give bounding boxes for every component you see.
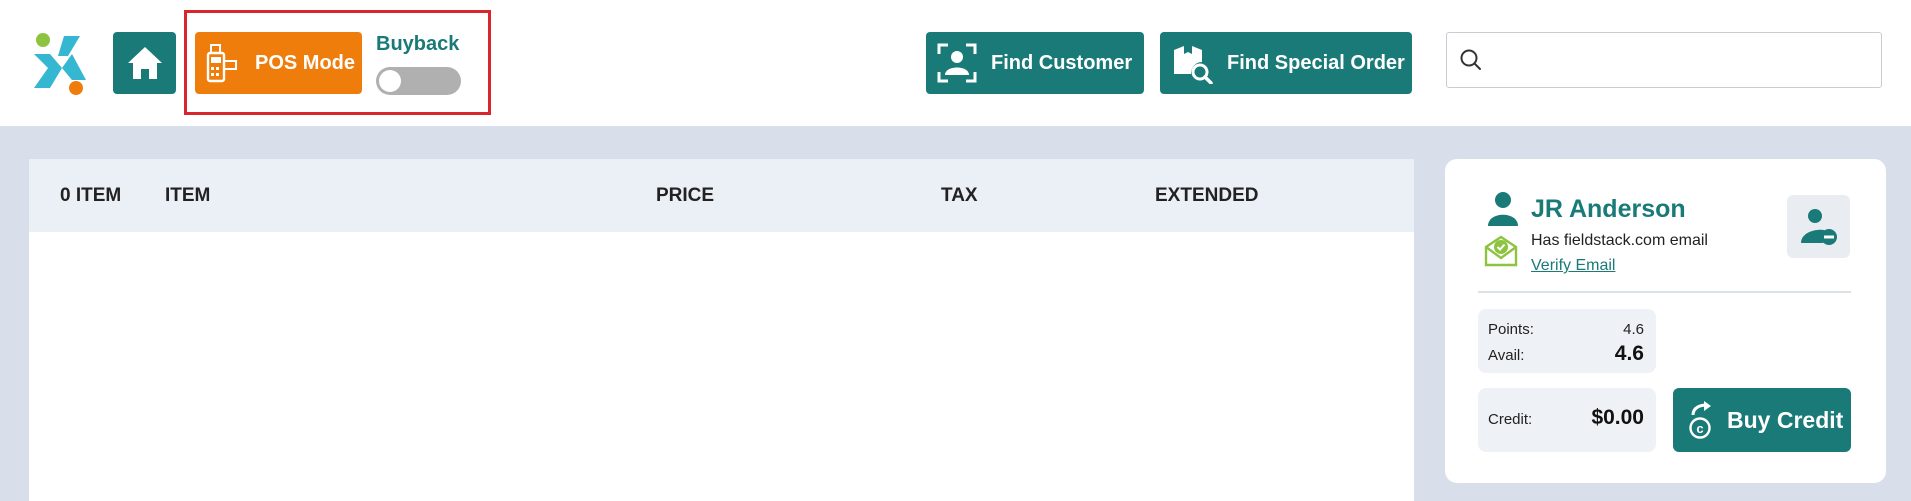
column-price: PRICE xyxy=(656,185,715,206)
buyback-toggle[interactable] xyxy=(376,67,461,95)
items-table-header: 0 ITEM ITEM PRICE TAX EXTENDED xyxy=(29,159,1414,232)
buyback-label: Buyback xyxy=(376,33,460,55)
column-item: ITEM xyxy=(165,185,211,206)
buy-credit-label: Buy Credit xyxy=(1727,406,1844,433)
find-special-order-label: Find Special Order xyxy=(1227,51,1405,74)
find-customer-button[interactable]: Find Customer xyxy=(926,32,1144,94)
avail-value: 4.6 xyxy=(1614,342,1644,365)
search-input[interactable] xyxy=(1493,39,1881,81)
box-search-icon xyxy=(1171,42,1213,84)
search-icon xyxy=(1459,48,1483,72)
column-extended: EXTENDED xyxy=(1155,185,1259,206)
column-tax: TAX xyxy=(941,185,978,206)
credit-label: Credit: xyxy=(1488,411,1533,428)
points-label: Points: xyxy=(1488,321,1534,338)
toggle-knob xyxy=(379,70,401,92)
column-item-count: 0 ITEM xyxy=(60,185,122,206)
customer-email-note: Has fieldstack.com email xyxy=(1531,232,1708,249)
home-icon xyxy=(127,47,162,79)
points-summary: Points: 4.6 Avail: 4.6 xyxy=(1478,309,1656,373)
items-panel: 0 ITEM ITEM PRICE TAX EXTENDED xyxy=(29,159,1414,501)
remove-customer-button[interactable] xyxy=(1787,195,1850,258)
customer-name: JR Anderson xyxy=(1531,195,1686,223)
buy-credit-button[interactable]: c Buy Credit xyxy=(1673,388,1851,452)
find-customer-label: Find Customer xyxy=(991,51,1133,74)
email-verified-icon xyxy=(1483,233,1519,267)
customer-card: JR Anderson Has fieldstack.com email Ver… xyxy=(1445,159,1886,483)
pos-mode-label: POS Mode xyxy=(255,51,356,74)
scan-person-icon xyxy=(937,43,977,83)
credit-summary: Credit: $0.00 xyxy=(1478,388,1656,452)
credit-value: $0.00 xyxy=(1591,406,1644,429)
logo-icon xyxy=(34,33,86,95)
verify-email-link[interactable]: Verify Email xyxy=(1531,257,1615,275)
remove-person-icon xyxy=(1800,208,1837,245)
search-box[interactable] xyxy=(1446,32,1882,88)
avail-label: Avail: xyxy=(1488,347,1525,364)
person-icon xyxy=(1487,191,1519,227)
find-special-order-button[interactable]: Find Special Order xyxy=(1160,32,1412,94)
home-button[interactable] xyxy=(113,32,176,94)
card-terminal-icon xyxy=(205,43,239,83)
pos-mode-button[interactable]: POS Mode xyxy=(195,32,362,94)
points-value: 4.6 xyxy=(1623,321,1644,338)
card-divider xyxy=(1478,291,1851,293)
credit-coin-icon: c xyxy=(1687,401,1717,439)
top-toolbar: POS Mode Buyback Find Customer Find Spec… xyxy=(0,0,1911,126)
svg-text:c: c xyxy=(1696,421,1703,436)
